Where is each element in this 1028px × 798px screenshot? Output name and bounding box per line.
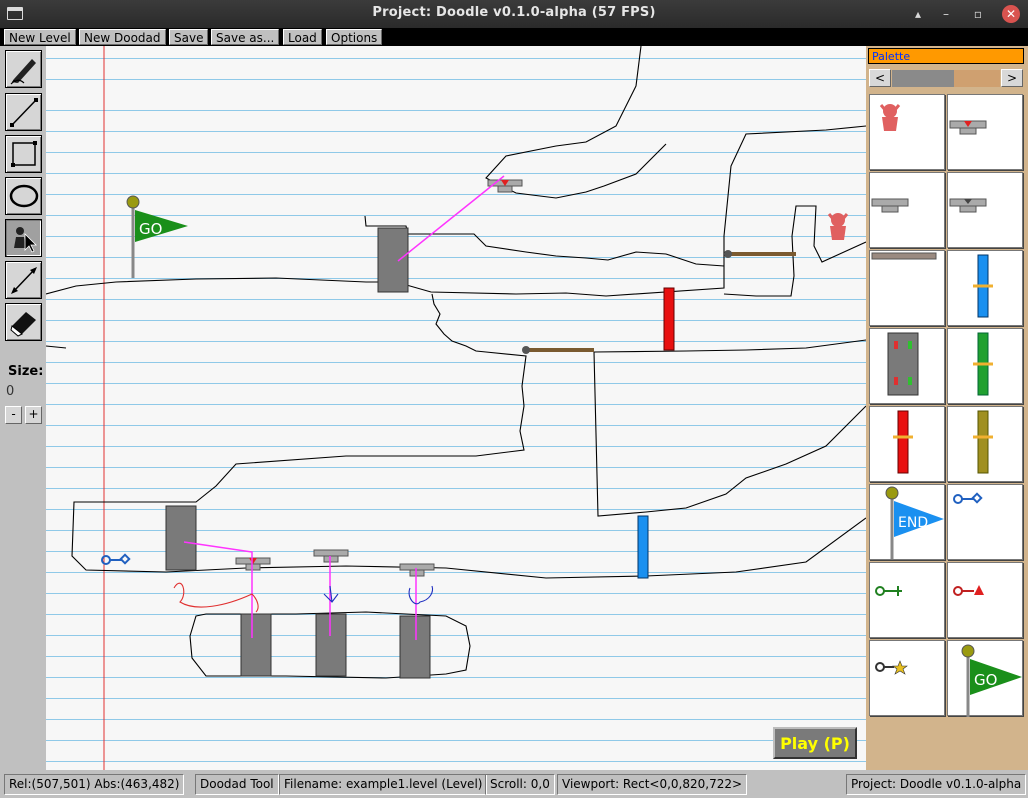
- palette-item-green-door[interactable]: [947, 328, 1023, 404]
- svg-text:GO: GO: [139, 220, 162, 238]
- palette-next-button[interactable]: >: [1001, 69, 1023, 87]
- red-door-icon: [893, 410, 913, 474]
- red-arrow: [173, 582, 259, 613]
- level-canvas[interactable]: GO Play (P): [46, 46, 866, 770]
- link-tool-button[interactable]: [5, 261, 42, 299]
- green-door-icon: [973, 332, 993, 396]
- close-button[interactable]: ✕: [1002, 5, 1020, 23]
- link-lines: [183, 175, 505, 640]
- ellipse-icon: [9, 184, 39, 208]
- green-key-icon: [875, 586, 902, 596]
- button-down-icon: [949, 120, 987, 135]
- doodad-actor-icon: [14, 227, 37, 253]
- save-button[interactable]: Save: [169, 29, 209, 45]
- end-flag-icon: END: [885, 486, 944, 559]
- palette-scrollbar[interactable]: [892, 70, 1000, 87]
- blue-door: [637, 515, 649, 579]
- wooden-beams: [522, 250, 796, 354]
- title-bar: Project: Doodle v0.1.0-alpha (57 FPS) ▴ …: [0, 0, 1028, 28]
- menu-bar: New Level New Doodad Save Save as... Loa…: [0, 28, 1028, 46]
- eraser-tool-button[interactable]: [5, 303, 42, 341]
- palette-item-blue-key[interactable]: [947, 484, 1023, 560]
- blue-key-icon: [953, 492, 983, 504]
- crumbly-floor-icon: [871, 252, 937, 260]
- button-icon: [871, 198, 909, 213]
- palette-item-go-flag[interactable]: GO: [947, 640, 1023, 717]
- button-sticky-icon: [949, 198, 987, 213]
- rectangle-tool-button[interactable]: [5, 135, 42, 173]
- link-tool-icon: [11, 267, 37, 294]
- svg-text:END: END: [898, 515, 928, 531]
- blue-door-icon: [973, 254, 993, 318]
- tool-bar: Size: 0 - +: [0, 46, 46, 770]
- blue-arrow-1: [323, 585, 339, 603]
- save-as-button[interactable]: Save as...: [211, 29, 280, 45]
- terrain-lines: [46, 46, 866, 679]
- palette-item-red-door[interactable]: [869, 406, 945, 482]
- minimize-button[interactable]: –: [936, 4, 956, 24]
- azulian-creature: [827, 213, 849, 240]
- electric-doors: [165, 227, 431, 679]
- red-key-icon: [953, 585, 984, 596]
- red-door: [663, 287, 675, 351]
- palette-item-button-sticky[interactable]: [947, 172, 1023, 248]
- eraser-icon: [10, 312, 36, 337]
- pencil-icon: [10, 59, 36, 85]
- size-increase-button[interactable]: +: [25, 406, 42, 424]
- go-flag-icon: GO: [961, 644, 1022, 717]
- blue-arrow-2: [408, 585, 434, 605]
- palette-scroll-thumb[interactable]: [892, 70, 954, 87]
- line-tool-button[interactable]: [5, 93, 42, 131]
- ellipse-tool-button[interactable]: [5, 177, 42, 215]
- palette-item-locked-door[interactable]: [947, 406, 1023, 482]
- palette-item-gold-key[interactable]: [869, 640, 945, 716]
- locked-door-icon: [973, 410, 993, 474]
- palette-item-blue-door[interactable]: [947, 250, 1023, 326]
- go-flag: GO: [126, 195, 188, 278]
- cursor-position: Rel:(507,501) Abs:(463,482): [4, 774, 185, 795]
- blue-key: [101, 553, 131, 565]
- palette-item-electric-door[interactable]: [869, 328, 945, 404]
- palette-item-button-down[interactable]: [947, 94, 1023, 170]
- size-decrease-button[interactable]: -: [5, 406, 22, 424]
- status-bar: Rel:(507,501) Abs:(463,482) Doodad Tool …: [0, 770, 1028, 798]
- line-icon: [10, 98, 38, 127]
- current-tool: Doodad Tool: [195, 774, 279, 795]
- palette-item-end-flag[interactable]: END: [869, 484, 945, 560]
- size-value: 0: [6, 384, 15, 399]
- gold-key-icon: [875, 660, 908, 675]
- viewport-info: Viewport: Rect<0,0,820,722>: [557, 774, 748, 795]
- palette-panel: Palette < > END GO: [866, 46, 1028, 770]
- window-title: Project: Doodle v0.1.0-alpha (57 FPS): [372, 5, 656, 20]
- size-label: Size:: [8, 364, 44, 379]
- options-button[interactable]: Options: [326, 29, 383, 45]
- pencil-tool-button[interactable]: [5, 50, 42, 88]
- svg-text:GO: GO: [974, 671, 997, 689]
- new-doodad-button[interactable]: New Doodad: [79, 29, 166, 45]
- palette-item-green-key[interactable]: [869, 562, 945, 638]
- project-label: Project: Doodle v0.1.0-alpha: [846, 774, 1027, 795]
- azulian-red-icon: [879, 104, 901, 131]
- palette-item-azulian-red[interactable]: [869, 94, 945, 170]
- load-button[interactable]: Load: [283, 29, 322, 45]
- new-level-button[interactable]: New Level: [4, 29, 76, 45]
- filename-label: Filename: example1.level (Level): [279, 774, 488, 795]
- doodad-tool-button[interactable]: [5, 219, 42, 257]
- palette-prev-button[interactable]: <: [869, 69, 891, 87]
- maximize-button[interactable]: ▫: [968, 4, 988, 24]
- level-drawing: GO: [46, 46, 866, 770]
- scroll-position: Scroll: 0,0: [485, 774, 555, 795]
- play-button[interactable]: Play (P): [773, 727, 857, 759]
- palette-title: Palette: [868, 48, 1024, 64]
- rectangle-icon: [11, 141, 37, 167]
- palette-item-crumbly-floor[interactable]: [869, 250, 945, 326]
- electric-door-icon: [887, 332, 919, 396]
- shade-button[interactable]: ▴: [908, 4, 928, 24]
- palette-item-red-key[interactable]: [947, 562, 1023, 638]
- palette-item-button[interactable]: [869, 172, 945, 248]
